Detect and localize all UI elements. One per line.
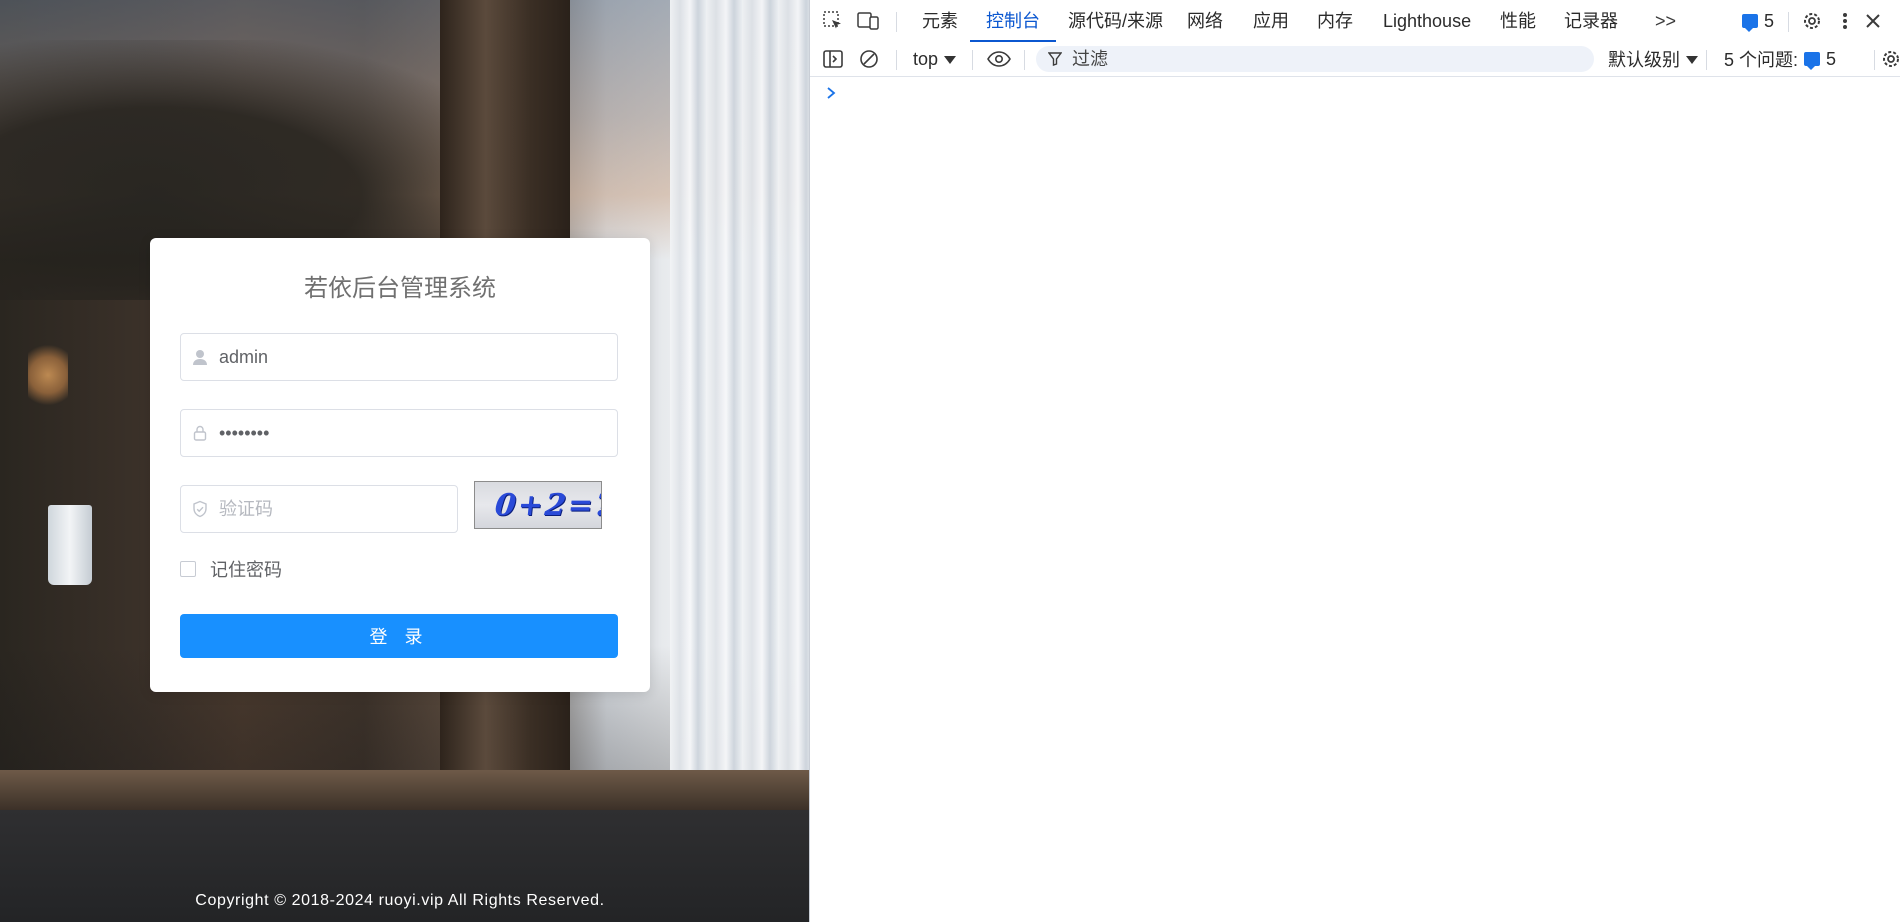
captcha-input[interactable] — [219, 486, 449, 532]
tab-memory[interactable]: 内存 — [1315, 0, 1355, 42]
remember-label: 记住密码 — [210, 560, 282, 580]
settings-gear-icon[interactable] — [1799, 8, 1825, 34]
username-field[interactable] — [180, 333, 618, 381]
background-lamp — [28, 340, 68, 410]
issues-summary-count: 5 — [1826, 48, 1837, 69]
filter-funnel-icon — [1047, 52, 1063, 66]
context-selector-label: top — [913, 48, 939, 69]
filter-input[interactable] — [1072, 46, 1572, 72]
username-input[interactable] — [219, 334, 599, 380]
issues-chat-icon — [1742, 14, 1758, 32]
login-card: 若依后台管理系统 admin •••••••• 验证码 0+2=? 记住密码 登… — [150, 238, 650, 692]
console-toolbar: top 默认级别 5 个问题: 5 — [810, 42, 1900, 77]
tab-application[interactable]: 应用 — [1251, 0, 1291, 42]
remember-me[interactable]: 记住密码 — [180, 556, 282, 582]
toolbar-separator — [972, 50, 973, 70]
log-level-label: 默认级别 — [1608, 50, 1680, 70]
inspect-element-icon[interactable] — [820, 8, 846, 34]
lock-icon — [191, 424, 209, 442]
background-cup — [48, 505, 92, 585]
password-field[interactable] — [180, 409, 618, 457]
login-page-background: 若依后台管理系统 admin •••••••• 验证码 0+2=? 记住密码 登… — [0, 0, 809, 922]
password-input[interactable] — [219, 410, 599, 456]
tab-elements[interactable]: 元素 — [920, 0, 960, 42]
close-icon[interactable] — [1860, 8, 1886, 34]
console-settings-gear-icon[interactable] — [1878, 46, 1900, 72]
login-button[interactable]: 登 录 — [180, 614, 618, 658]
copyright-text: Copyright © 2018-2024 ruoyi.vip All Righ… — [195, 892, 605, 909]
clear-console-icon[interactable] — [856, 46, 882, 72]
live-expression-eye-icon[interactable] — [986, 46, 1012, 72]
tabbar-separator-right — [1788, 12, 1789, 32]
issues-summary[interactable]: 5 个问题: 5 — [1724, 47, 1836, 71]
toolbar-separator — [1706, 50, 1707, 70]
console-prompt-icon[interactable] — [824, 86, 838, 100]
tab-recorder[interactable]: 记录器 — [1562, 0, 1620, 42]
tab-network[interactable]: 网络 — [1185, 0, 1225, 42]
devtools-panel: 元素 控制台 源代码/来源 网络 应用 内存 Lighthouse 性能 记录器… — [809, 0, 1900, 922]
filter-field[interactable] — [1036, 46, 1594, 72]
captcha-image-text: 0+2=? — [493, 488, 602, 523]
tab-sources[interactable]: 源代码/来源 — [1066, 0, 1165, 42]
issues-summary-label: 5 个问题: — [1724, 50, 1799, 70]
context-selector[interactable]: top — [913, 47, 957, 71]
more-options-icon[interactable] — [1832, 8, 1858, 34]
toolbar-separator — [1024, 50, 1025, 70]
login-title: 若依后台管理系统 — [304, 275, 496, 302]
tab-console[interactable]: 控制台 — [970, 0, 1056, 42]
captcha-image[interactable]: 0+2=? — [474, 481, 602, 529]
log-level-selector[interactable]: 默认级别 — [1608, 47, 1698, 71]
devtools-tabbar: 元素 控制台 源代码/来源 网络 应用 内存 Lighthouse 性能 记录器… — [810, 0, 1900, 43]
dropdown-arrow-icon — [944, 56, 957, 64]
toolbar-separator — [1874, 50, 1875, 70]
toolbar-separator — [896, 50, 897, 70]
tab-performance[interactable]: 性能 — [1498, 0, 1538, 42]
tabbar-separator — [896, 12, 897, 32]
issues-chat-icon — [1804, 52, 1821, 70]
background-window-sill — [0, 770, 809, 810]
shield-icon — [191, 500, 209, 518]
issues-badge[interactable]: 5 — [1742, 10, 1774, 32]
sidebar-toggle-icon[interactable] — [820, 46, 846, 72]
captcha-field[interactable] — [180, 485, 458, 533]
issues-badge-count: 5 — [1764, 10, 1775, 31]
user-icon — [191, 348, 209, 366]
remember-checkbox[interactable] — [180, 561, 196, 577]
background-curtain — [670, 0, 809, 780]
device-toolbar-icon[interactable] — [855, 8, 881, 34]
more-tabs-button[interactable]: >> — [1653, 0, 1678, 42]
dropdown-arrow-icon — [1686, 56, 1698, 64]
tab-lighthouse[interactable]: Lighthouse — [1381, 0, 1473, 42]
